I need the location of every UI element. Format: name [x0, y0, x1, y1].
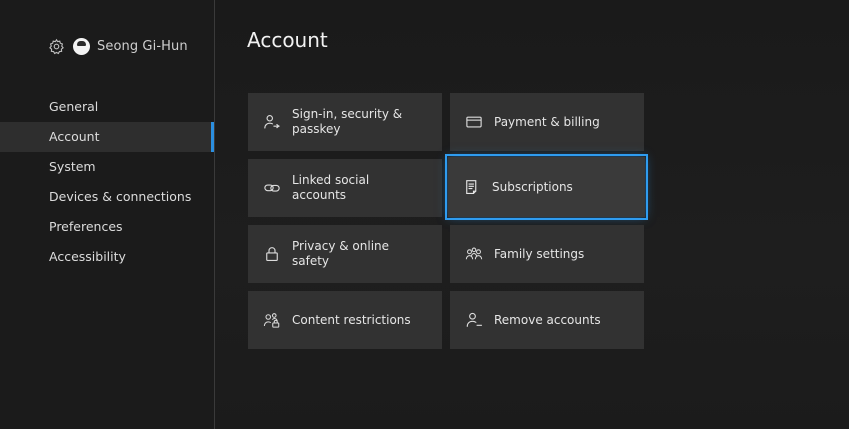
profile-header: Seong Gi-Hun: [48, 36, 188, 56]
lock-icon: [263, 245, 281, 263]
gear-icon[interactable]: [48, 38, 65, 55]
tile-content-restrictions[interactable]: Content restrictions: [248, 291, 442, 349]
sidebar: Seong Gi-Hun General Account System Devi…: [0, 0, 214, 429]
sidebar-divider: [214, 0, 215, 429]
tile-label: Sign-in, security & passkey: [292, 107, 403, 136]
sidebar-item-account[interactable]: Account: [0, 122, 214, 152]
tile-label: Privacy & online safety: [292, 239, 390, 268]
tile-label: Content restrictions: [292, 312, 411, 327]
link-icon: [263, 179, 281, 197]
tile-label: Linked social accounts: [292, 173, 370, 202]
sidebar-item-general[interactable]: General: [0, 92, 214, 122]
tile-sign-in-security-passkey[interactable]: Sign-in, security & passkey: [248, 93, 442, 151]
tile-remove-accounts[interactable]: Remove accounts: [450, 291, 644, 349]
tile-label: Family settings: [494, 246, 585, 261]
tile-privacy-online-safety[interactable]: Privacy & online safety: [248, 225, 442, 283]
tile-label: Subscriptions: [492, 179, 573, 194]
tile-label: Payment & billing: [494, 114, 600, 129]
tile-linked-social-accounts[interactable]: Linked social accounts: [248, 159, 442, 217]
sidebar-item-system[interactable]: System: [0, 152, 214, 182]
avatar[interactable]: [73, 37, 90, 55]
sidebar-nav: General Account System Devices & connect…: [0, 92, 214, 272]
people-lock-icon: [263, 311, 281, 329]
sidebar-item-devices-connections[interactable]: Devices & connections: [0, 182, 214, 212]
sidebar-item-accessibility[interactable]: Accessibility: [0, 242, 214, 272]
profile-name: Seong Gi-Hun: [97, 38, 188, 54]
tile-subscriptions[interactable]: Subscriptions: [445, 154, 648, 220]
page-title: Account: [247, 28, 328, 52]
tile-label: Remove accounts: [494, 312, 601, 327]
credit-card-icon: [465, 113, 483, 131]
tile-family-settings[interactable]: Family settings: [450, 225, 644, 283]
family-icon: [465, 245, 483, 263]
person-key-icon: [263, 113, 281, 131]
sidebar-item-preferences[interactable]: Preferences: [0, 212, 214, 242]
tile-payment-billing[interactable]: Payment & billing: [450, 93, 644, 151]
person-remove-icon: [465, 311, 483, 329]
subscriptions-icon: [463, 178, 481, 196]
settings-screen: Seong Gi-Hun General Account System Devi…: [0, 0, 849, 429]
